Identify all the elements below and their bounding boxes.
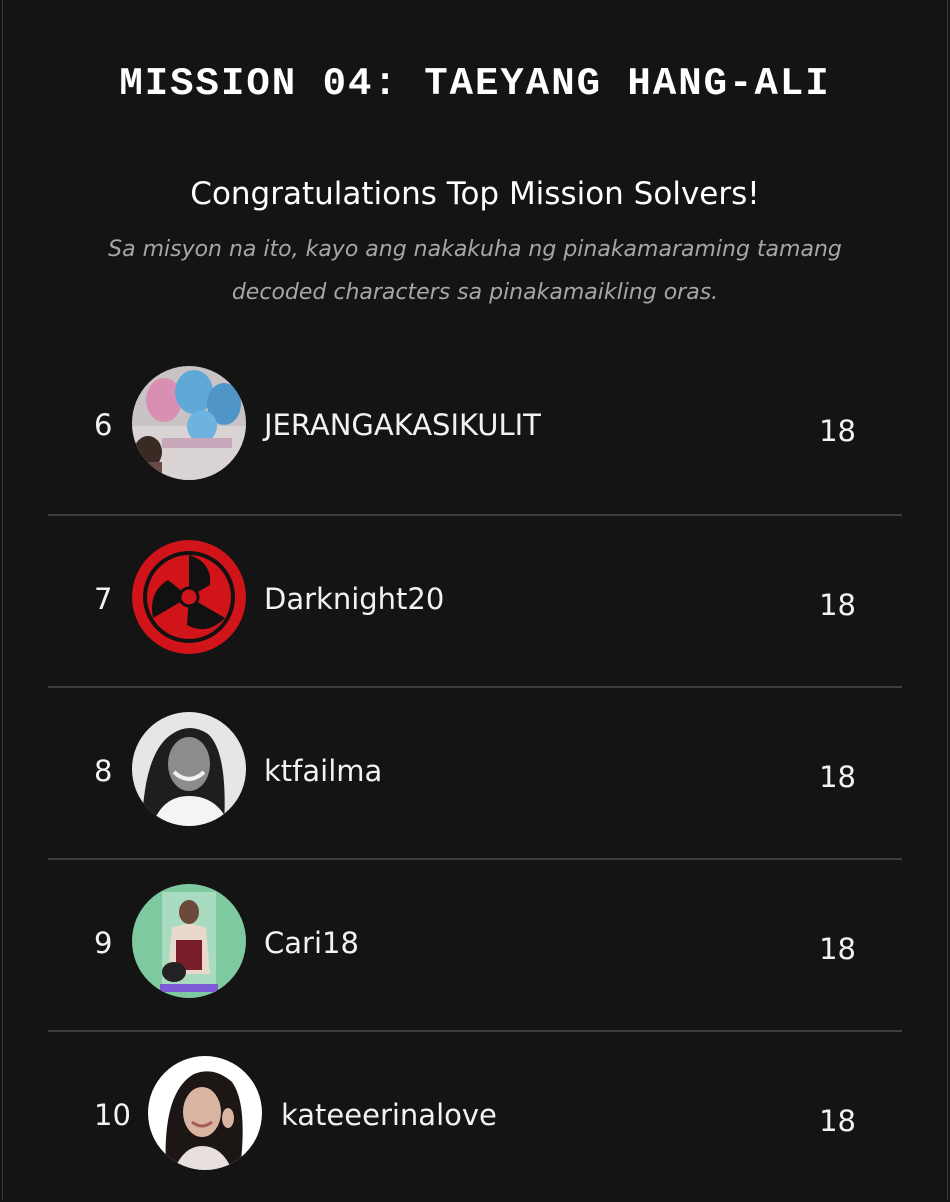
leaderboard-list: 6 JERANGAKASIKULIT 18 7 Darknight20 18 8…: [48, 342, 902, 1202]
rank-number: 8: [94, 754, 113, 788]
leaderboard-row[interactable]: 10 kateeerinalove 18: [48, 1030, 902, 1202]
username[interactable]: kateeerinalove: [281, 1098, 497, 1132]
score-value: 18: [819, 414, 856, 448]
score-value: 18: [819, 932, 856, 966]
leaderboard-row[interactable]: 7 Darknight20 18: [48, 514, 902, 686]
leaderboard-row[interactable]: 8 ktfailma 18: [48, 686, 902, 858]
username[interactable]: Darknight20: [264, 582, 444, 616]
grayscale-portrait-avatar[interactable]: [132, 712, 246, 826]
username[interactable]: ktfailma: [264, 754, 382, 788]
leaderboard-row[interactable]: 9 Cari18 18: [48, 858, 902, 1030]
balloons-photo-avatar[interactable]: [132, 366, 246, 480]
mission-title: MISSION 04: TAEYANG HANG-ALI: [119, 62, 831, 106]
rank-number: 6: [94, 408, 113, 442]
rank-number: 10: [94, 1098, 131, 1132]
mission-description: Sa misyon na ito, kayo ang nakakuha ng p…: [108, 237, 842, 305]
rank-number: 9: [94, 926, 113, 960]
score-value: 18: [819, 1104, 856, 1138]
green-portrait-avatar[interactable]: [132, 884, 246, 998]
username[interactable]: JERANGAKASIKULIT: [264, 408, 541, 442]
sharingan-avatar[interactable]: [132, 540, 246, 654]
score-value: 18: [819, 760, 856, 794]
leaderboard-row[interactable]: 6 JERANGAKASIKULIT 18: [48, 342, 902, 514]
selfie-portrait-avatar[interactable]: [148, 1056, 262, 1170]
score-value: 18: [819, 588, 856, 622]
congratulations-heading: Congratulations Top Mission Solvers!: [190, 176, 760, 212]
username[interactable]: Cari18: [264, 926, 359, 960]
rank-number: 7: [94, 582, 113, 616]
